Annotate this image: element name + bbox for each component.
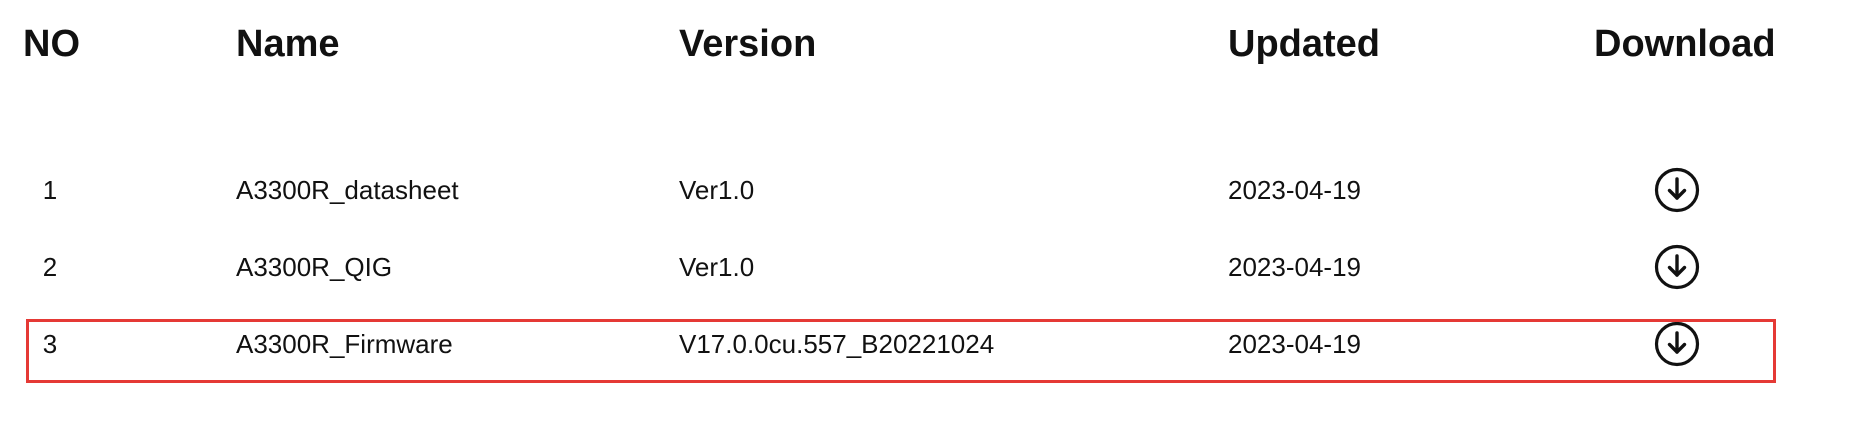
header-download: Download xyxy=(1594,23,1776,65)
row-number: 2 xyxy=(42,252,58,282)
row-number: 1 xyxy=(42,175,58,205)
download-circle-icon xyxy=(1654,167,1700,213)
header-updated: Updated xyxy=(1228,23,1380,65)
row-name: A3300R_Firmware xyxy=(236,329,453,359)
download-circle-icon xyxy=(1654,244,1700,290)
download-button[interactable] xyxy=(1654,167,1700,213)
table-row: 2 A3300R_QIG Ver1.0 2023-04-19 xyxy=(0,229,1854,305)
row-download-cell xyxy=(1624,306,1734,382)
row-download-cell xyxy=(1624,152,1734,228)
row-version: Ver1.0 xyxy=(679,175,755,205)
header-no: NO xyxy=(23,23,80,65)
row-updated: 2023-04-19 xyxy=(1228,329,1361,359)
download-button[interactable] xyxy=(1654,244,1700,290)
download-button[interactable] xyxy=(1654,321,1700,367)
row-number: 3 xyxy=(42,329,58,359)
downloads-table: NO Name Version Updated Download 1 A3300… xyxy=(0,0,1854,427)
row-updated: 2023-04-19 xyxy=(1228,175,1361,205)
row-name: A3300R_datasheet xyxy=(236,175,459,205)
row-download-cell xyxy=(1624,229,1734,305)
row-version: V17.0.0cu.557_B20221024 xyxy=(679,329,995,359)
table-row: 3 A3300R_Firmware V17.0.0cu.557_B2022102… xyxy=(0,306,1854,382)
download-circle-icon xyxy=(1654,321,1700,367)
row-updated: 2023-04-19 xyxy=(1228,252,1361,282)
row-version: Ver1.0 xyxy=(679,252,755,282)
header-version: Version xyxy=(679,23,817,65)
table-row: 1 A3300R_datasheet Ver1.0 2023-04-19 xyxy=(0,152,1854,228)
row-name: A3300R_QIG xyxy=(236,252,393,282)
header-name: Name xyxy=(236,23,340,65)
